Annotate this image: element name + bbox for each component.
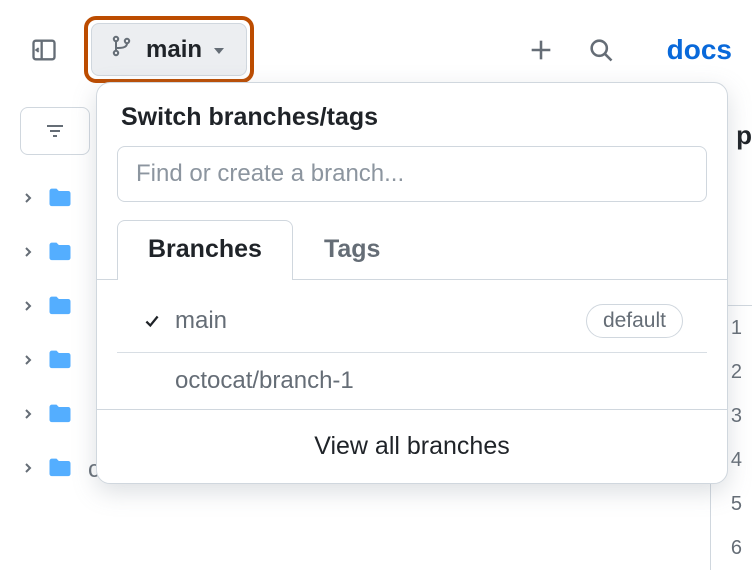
view-all-branches-link[interactable]: View all branches: [97, 409, 727, 483]
right-panel-heading-fragment: p: [736, 120, 752, 151]
default-badge: default: [586, 304, 683, 338]
sidebar-toggle-button[interactable]: [24, 30, 64, 70]
git-branch-icon: [110, 34, 134, 65]
chevron-right-icon: [20, 352, 36, 373]
tab-branches[interactable]: Branches: [117, 220, 293, 280]
chevron-right-icon: [20, 406, 36, 427]
add-button[interactable]: [519, 28, 563, 72]
chevron-right-icon: [20, 298, 36, 319]
line-number: 6: [711, 526, 752, 570]
branch-selector-highlight: main: [84, 16, 254, 83]
folder-icon: [46, 238, 74, 271]
branch-selector-button[interactable]: main: [91, 23, 247, 76]
tab-tags[interactable]: Tags: [293, 220, 412, 280]
folder-icon: [46, 184, 74, 217]
branch-name: octocat/branch-1: [175, 367, 354, 395]
search-button[interactable]: [579, 28, 623, 72]
chevron-right-icon: [20, 460, 36, 481]
dropdown-title: Switch branches/tags: [97, 83, 727, 146]
branch-list-item[interactable]: main default: [117, 290, 707, 353]
folder-icon: [46, 454, 74, 487]
folder-icon: [46, 292, 74, 325]
folder-icon: [46, 346, 74, 379]
branch-selector-label: main: [146, 36, 202, 64]
line-number: 5: [711, 482, 752, 526]
caret-down-icon: [214, 48, 224, 54]
branch-switcher-dropdown: Switch branches/tags Branches Tags main …: [96, 82, 728, 484]
chevron-right-icon: [20, 190, 36, 211]
branch-list-item[interactable]: octocat/branch-1: [117, 353, 707, 409]
filter-button[interactable]: [20, 107, 90, 155]
chevron-right-icon: [20, 244, 36, 265]
folder-icon: [46, 400, 74, 433]
check-icon: [141, 312, 163, 330]
docs-link[interactable]: docs: [667, 34, 732, 66]
branch-search-input[interactable]: [117, 146, 707, 202]
branch-name: main: [175, 307, 227, 335]
